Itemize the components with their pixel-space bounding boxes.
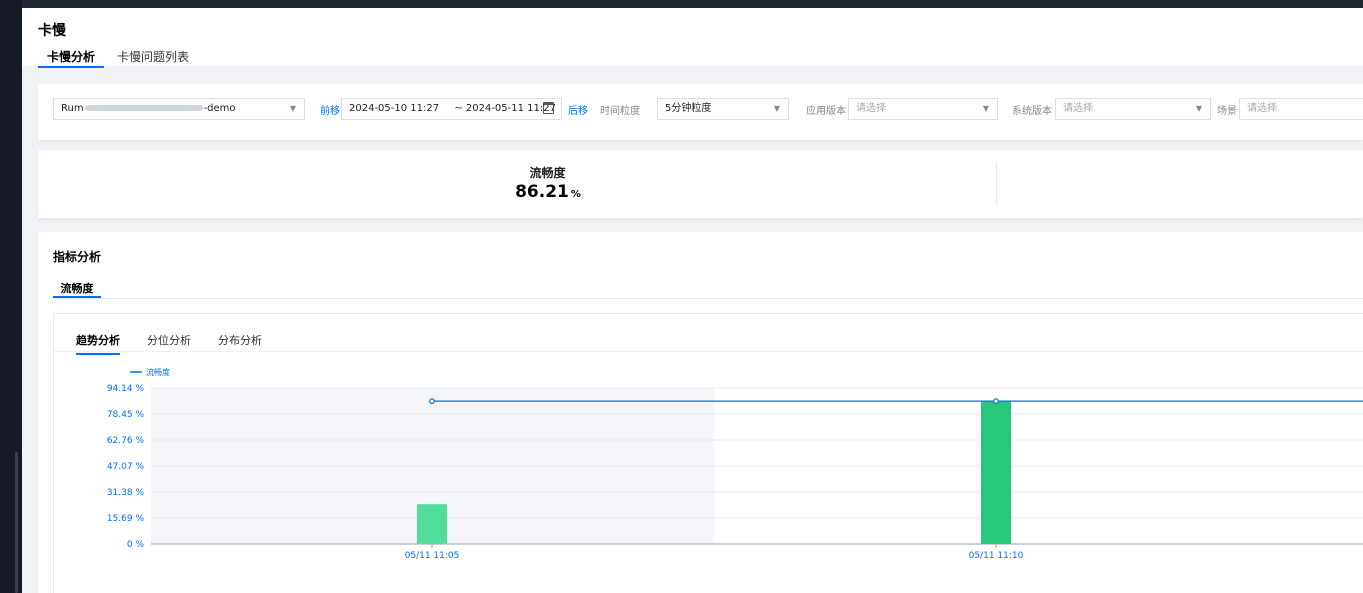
scene-select[interactable]: 请选择 [1239,98,1363,120]
divider [53,298,1363,299]
scene-placeholder: 请选择 [1247,103,1277,114]
sys-version-placeholder: 请选择 [1063,103,1093,114]
redacted-app-id [84,105,203,111]
data-point[interactable] [993,398,999,405]
granularity-value: 5分钟粒度 [665,103,712,114]
bar[interactable] [417,504,447,544]
tab-lag-issue-list[interactable]: 卡慢问题列表 [108,48,198,68]
top-bar [22,0,1363,8]
x-axis-ticks: 05/11 11:05 05/11 11:10 [405,544,1024,561]
granularity-select[interactable]: 5分钟粒度 ▼ [657,98,789,120]
x-tick-label: 05/11 11:10 [969,551,1024,561]
metric-summary-card: 流畅度 86.21% [38,150,1363,218]
y-tick-label: 47.07 % [107,462,145,472]
divider [996,162,997,204]
y-tick-label: 31.38 % [107,488,145,498]
x-tick-label: 05/11 11:05 [405,551,460,561]
app-select[interactable]: Rum -demo ▼ [53,98,305,120]
y-axis-ticks: 94.14 % 78.45 % 62.76 % 47.07 % 31.38 % 15.69… [107,384,145,550]
app-select-prefix: Rum [61,103,84,114]
analysis-card: 指标分析 流畅度 趋势分析 分位分析 分布分析 94.14 % 78.45 % 62… [38,232,1363,593]
date-start: 2024-05-10 11:27 [349,103,440,114]
trend-chart: 94.14 % 78.45 % 62.76 % 47.07 % 31.38 % 15.69… [107,367,1363,561]
left-sidebar-strip [0,0,22,593]
y-tick-label: 94.14 % [107,384,145,394]
date-end: ~ 2024-05-11 11:27 [454,103,556,114]
prev-shift-link[interactable]: 前移 [320,102,340,117]
bar[interactable] [981,401,1011,544]
metric-label: 流畅度 [529,166,566,180]
calendar-icon[interactable] [543,102,554,114]
y-tick-label: 62.76 % [107,436,145,446]
tab-smoothness[interactable]: 流畅度 [53,280,101,298]
y-tick-label: 0 % [127,540,145,550]
metric-value: 86.21% [478,182,618,202]
legend-label[interactable]: 流畅度 [146,367,170,377]
chevron-down-icon: ▼ [289,104,296,113]
page-header: 卡慢 卡慢分析 卡慢问题列表 [22,8,1363,68]
metric-number: 86.21 [515,182,569,202]
sys-version-select[interactable]: 请选择 ▼ [1055,98,1211,120]
app-version-select[interactable]: 请选择 ▼ [848,98,998,120]
analysis-title: 指标分析 [53,250,102,264]
filter-bar: Rum -demo ▼ 前移 2024-05-10 11:27 ~ 2024-05… [38,84,1363,140]
app-select-suffix: -demo [203,103,236,114]
app-version-label: 应用版本 [806,106,846,117]
page-title: 卡慢 [38,23,66,39]
y-tick-label: 78.45 % [107,410,145,420]
tab-lag-analysis[interactable]: 卡慢分析 [38,48,105,68]
sidebar-scrollbar[interactable] [15,452,18,593]
sys-version-label: 系统版本 [1012,106,1052,117]
y-tick-label: 15.69 % [107,514,145,524]
chevron-down-icon: ▼ [773,104,780,113]
granularity-label: 时间粒度 [600,106,640,117]
page-tabs: 卡慢分析 卡慢问题列表 [38,48,198,68]
chart-legend: 流畅度 [130,367,170,377]
metric-unit: % [570,189,581,200]
chart-panel: 趋势分析 分位分析 分布分析 94.14 % 78.45 % 62.76 % 47.0… [53,313,1363,593]
date-range-picker[interactable]: 2024-05-10 11:27 ~ 2024-05-11 11:27 [341,98,562,120]
data-point[interactable] [429,398,435,405]
chevron-down-icon: ▼ [1195,104,1202,113]
app-version-placeholder: 请选择 [856,103,886,114]
main-content: 卡慢 卡慢分析 卡慢问题列表 Rum -demo ▼ 前移 2024-05-10 … [22,8,1363,593]
scene-label: 场景 [1217,106,1237,117]
chevron-down-icon: ▼ [982,104,989,113]
next-shift-link[interactable]: 后移 [568,102,588,117]
